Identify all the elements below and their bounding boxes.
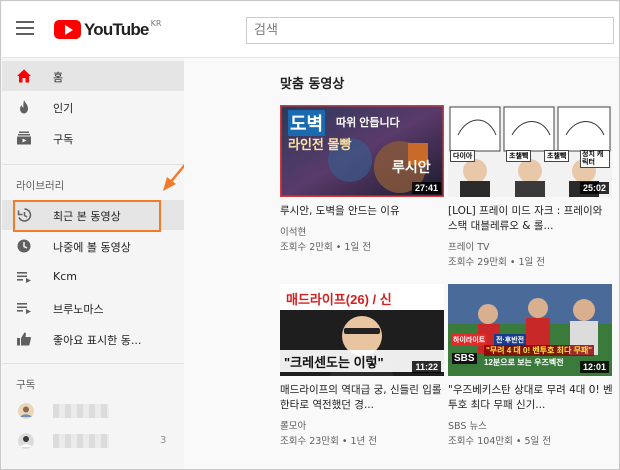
thumbnail-text: 초챌쀅 xyxy=(544,150,570,162)
channel-avatar xyxy=(18,403,34,419)
sidebar-item-label: 나중에 볼 동영상 xyxy=(53,241,131,254)
history-icon xyxy=(17,208,32,222)
recommended-title: 맞춤 동영상 xyxy=(280,77,345,92)
sidebar: 홈 인기 구독 라이브러리 최근 본 동영상 나중에 볼 동영상 Kcm 브루노… xyxy=(2,58,184,469)
logo-region: KR xyxy=(150,19,162,28)
sidebar-item-playlist-bruno-mars[interactable]: 브루노마스 xyxy=(2,293,184,323)
channel-name-blurred xyxy=(53,404,109,418)
thumbnail-text: 다이아 xyxy=(450,150,476,162)
sidebar-item-watch-later[interactable]: 나중에 볼 동영상 xyxy=(2,231,184,261)
search-input[interactable] xyxy=(246,17,614,44)
sidebar-item-label: 구독 xyxy=(53,133,74,146)
thumbnail-text: 정치 캐릭터 xyxy=(580,150,610,168)
video-meta: 조회수 104만회 • 5일 전 xyxy=(448,436,552,447)
main-content: 맞춤 동영상 도벽 따위 안듭니다 라인전 몰빵 루시안 27:41 루시안, … xyxy=(184,58,619,469)
youtube-logo[interactable]: YouTube KR xyxy=(54,19,162,40)
playlist-icon xyxy=(17,272,31,283)
sidebar-subscription-channel[interactable]: 3 xyxy=(2,426,184,456)
video-title[interactable]: 매드라이프의 역대급 궁, 신들린 입롤 한타로 역전했던 경... xyxy=(280,383,446,413)
clock-icon xyxy=(17,239,31,253)
video-channel[interactable]: 프레이 TV xyxy=(448,239,490,253)
video-card[interactable]: 다이아 초챌쀅 초챌쀅 정치 캐릭터 25:02 [LOL] 프레이 미드 자크… xyxy=(448,105,612,270)
video-channel[interactable]: 롤모아 xyxy=(280,418,306,432)
logo-text: YouTube xyxy=(84,20,149,39)
thumbnail-text: 따위 안듭니다 xyxy=(336,117,400,129)
play-logo-icon xyxy=(54,20,81,39)
sbs-logo-text: SBS xyxy=(452,353,477,364)
sidebar-item-label: Kcm xyxy=(53,270,77,283)
video-meta: 조회수 29만회 • 1일 전 xyxy=(448,257,545,268)
channel-name-blurred xyxy=(53,434,109,448)
video-thumbnail[interactable]: 도벽 따위 안듭니다 라인전 몰빵 루시안 27:41 xyxy=(280,105,444,197)
video-card[interactable]: 매드라이프(26) / 신 "크레센도는 이렇" 11:22 매드라이프의 역대… xyxy=(280,284,444,454)
video-card[interactable]: 도벽 따위 안듭니다 라인전 몰빵 루시안 27:41 루시안, 도벽을 안드는… xyxy=(280,105,444,270)
video-duration: 25:02 xyxy=(579,182,609,194)
video-duration: 12:01 xyxy=(579,361,609,373)
video-meta: 조회수 2만회 • 1일 전 xyxy=(280,242,371,253)
flame-icon xyxy=(20,100,28,114)
sidebar-divider xyxy=(2,363,184,364)
playlist-icon xyxy=(17,303,31,314)
thumbnail-text: 초챌쀅 xyxy=(506,150,532,162)
video-thumbnail[interactable]: 다이아 초챌쀅 초챌쀅 정치 캐릭터 25:02 xyxy=(448,105,612,197)
thumbnail-text: "크레센도는 이렇" xyxy=(284,355,384,370)
sidebar-item-label: 최근 본 동영상 xyxy=(53,210,121,223)
video-card[interactable]: 하이라이트 전·후반전 "무려 4 대 0! 벤투호 최다 무패" 12분으로 … xyxy=(448,284,614,454)
thumbnail-text: "무려 4 대 0! 벤투호 최다 무패" xyxy=(484,345,595,356)
sidebar-item-label: 홈 xyxy=(53,71,64,84)
video-duration: 11:22 xyxy=(412,361,441,373)
video-thumbnail[interactable]: 매드라이프(26) / 신 "크레센도는 이렇" 11:22 xyxy=(280,284,444,376)
thumbnail-text: 하이라이트 xyxy=(451,334,488,346)
thumbnail-text: 루시안 xyxy=(392,159,431,175)
sidebar-item-playlist-kcm[interactable]: Kcm xyxy=(2,262,184,292)
subscriptions-title: 구독 xyxy=(16,379,36,391)
video-thumbnail[interactable]: 하이라이트 전·후반전 "무려 4 대 0! 벤투호 최다 무패" 12분으로 … xyxy=(448,284,612,376)
sidebar-item-label: 좋아요 표시한 동... xyxy=(53,334,142,347)
sidebar-item-history[interactable]: 최근 본 동영상 xyxy=(2,200,184,230)
video-channel[interactable]: 이석현 xyxy=(280,224,306,238)
menu-icon[interactable] xyxy=(16,21,34,35)
top-bar: YouTube KR xyxy=(2,2,619,58)
thumbnail-text: 매드라이프(26) / 신 xyxy=(286,292,392,307)
thumbnail-text: 도벽 xyxy=(288,110,326,136)
thumbs-up-icon xyxy=(17,332,31,346)
video-title[interactable]: "우즈베키스탄 상대로 무려 4대 0! 벤투호 최다 무패 신기... xyxy=(448,383,614,413)
sidebar-item-label: 브루노마스 xyxy=(53,303,104,316)
thumbnail-text: 라인전 몰빵 xyxy=(288,137,352,152)
video-title[interactable]: [LOL] 프레이 미드 자크 : 프레이와 스택 대블레류오 & 롤... xyxy=(448,204,614,234)
sidebar-item-liked-videos[interactable]: 좋아요 표시한 동... xyxy=(2,324,184,354)
video-channel[interactable]: SBS 뉴스 xyxy=(448,418,487,432)
video-duration: 27:41 xyxy=(411,182,441,194)
video-meta: 조회수 23만회 • 1년 전 xyxy=(280,436,377,447)
sidebar-subscription-channel[interactable] xyxy=(2,396,184,426)
video-title[interactable]: 루시안, 도벽을 안드는 이유 xyxy=(280,204,446,219)
library-title: 라이브러리 xyxy=(16,180,65,192)
home-icon xyxy=(17,69,31,83)
subscriptions-icon xyxy=(17,131,31,145)
sidebar-item-label: 인기 xyxy=(53,102,74,115)
subscription-count: 3 xyxy=(160,435,167,446)
sidebar-item-home[interactable]: 홈 xyxy=(2,61,184,91)
thumbnail-text: 12분으로 보는 우즈벡전 xyxy=(484,358,564,367)
channel-avatar xyxy=(18,433,34,449)
screenshot-frame: YouTube KR 홈 인기 구독 라이브러리 최근 본 동영상 나중에 볼 … xyxy=(0,0,620,470)
sidebar-item-trending[interactable]: 인기 xyxy=(2,92,184,122)
